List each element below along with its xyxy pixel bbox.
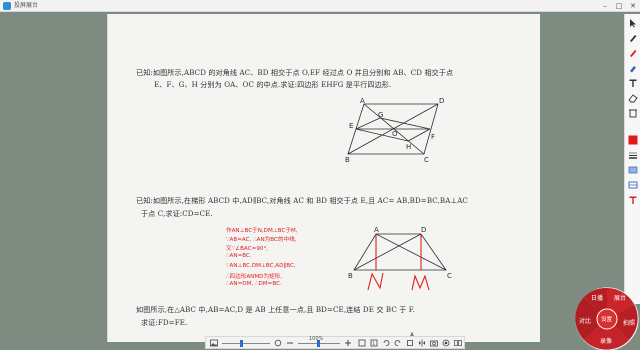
rotate-icon[interactable] xyxy=(274,339,282,347)
menu-center-settings[interactable]: 设置 xyxy=(596,308,618,330)
bottom-control-bar: 100% 1 xyxy=(205,336,465,349)
annotation-line-6: ∴四边形ANMD为矩形, xyxy=(226,274,283,280)
settings-icon[interactable] xyxy=(628,195,638,205)
mirror-icon[interactable] xyxy=(418,339,426,347)
label-A: A xyxy=(360,97,365,105)
image-icon[interactable] xyxy=(210,339,218,347)
shape-icon[interactable] xyxy=(628,165,638,175)
label-G: G xyxy=(378,111,383,119)
compare-icon[interactable] xyxy=(454,339,462,347)
label-H: H xyxy=(406,143,411,151)
label-D2: D xyxy=(421,226,426,234)
annotation-line-4: ∴AN=BC. xyxy=(226,253,252,259)
text-icon[interactable] xyxy=(628,78,638,88)
annotation-line-1: 作AN⊥BC于N,DM⊥BC于M, xyxy=(226,228,298,234)
annotation-toolbar xyxy=(624,14,640,304)
zoom-out-icon[interactable] xyxy=(286,339,294,347)
screenshot-icon[interactable] xyxy=(628,180,638,190)
marker-icon[interactable] xyxy=(628,48,638,58)
title-bar: 投屏展台 – □ ✕ xyxy=(0,0,640,12)
problem2-line1: 已知:如图所示,在梯形 ABCD 中,AD∥BC,对角线 AC 和 BD 相交于… xyxy=(136,196,468,205)
label-D: D xyxy=(439,97,444,105)
label-O: O xyxy=(392,130,398,138)
rotate-right-icon[interactable] xyxy=(394,339,402,347)
svg-text:录像: 录像 xyxy=(600,337,612,345)
highlighter-icon[interactable] xyxy=(628,63,638,73)
problem3-line1: 如图所示,在△ABC 中,AB=AC,D 是 AB 上任意一点,且 BD=CE,… xyxy=(136,305,416,314)
problem2-line2: 于点 C,求证:CD=CE. xyxy=(141,209,213,218)
svg-text:展台: 展台 xyxy=(614,294,626,302)
app-window: 投屏展台 – □ ✕ 已知:如图所示,ABCD 的对角线 AC、BD 相交于点 … xyxy=(0,0,640,350)
zoom-level: 100% xyxy=(309,336,324,342)
pen-icon[interactable] xyxy=(628,33,638,43)
camera-document-view[interactable]: 已知:如图所示,ABCD 的对角线 AC、BD 相交于点 O,EF 经过点 O … xyxy=(107,14,540,342)
svg-text:日播: 日播 xyxy=(591,294,603,302)
label-C: C xyxy=(424,156,429,162)
annotation-line-7: ∴AN=DM, ∴DM=BC. xyxy=(226,281,282,287)
label-B2: B xyxy=(348,272,353,280)
fit-screen-icon[interactable] xyxy=(358,339,366,347)
freeze-icon[interactable] xyxy=(406,339,414,347)
close-button[interactable]: ✕ xyxy=(626,0,640,12)
rotate-left-icon[interactable] xyxy=(382,339,390,347)
problem1-line1: 已知:如图所示,ABCD 的对角线 AC、BD 相交于点 O,EF 经过点 O … xyxy=(136,68,454,77)
trapezoid-figure: A D B C xyxy=(348,226,452,291)
line-width-icon[interactable] xyxy=(628,150,638,160)
problem1-line2: E、F、G、H 分别为 OA、OC 的中点.求证:四边形 EHFG 是平行四边形… xyxy=(154,80,392,89)
label-E: E xyxy=(349,122,353,130)
maximize-button[interactable]: □ xyxy=(612,0,626,12)
svg-text:对比: 对比 xyxy=(579,317,591,325)
label-B: B xyxy=(345,156,350,162)
parallelogram-figure: A D G E O F H B C xyxy=(345,97,444,162)
window-title: 投屏展台 xyxy=(14,2,39,9)
label-C2: C xyxy=(447,272,452,280)
label-F: F xyxy=(431,133,435,141)
app-logo-icon xyxy=(3,2,11,10)
label-A2: A xyxy=(374,226,379,234)
svg-text:设置: 设置 xyxy=(601,315,613,323)
zoom-in-icon[interactable] xyxy=(344,339,352,347)
problem3-line2: 求证:FD=FE. xyxy=(141,318,188,327)
color-red-icon[interactable] xyxy=(628,135,638,145)
select-icon[interactable] xyxy=(628,18,638,28)
one-to-one-icon[interactable]: 1 xyxy=(370,339,378,347)
annotation-line-5: ∵AN⊥BC,DM⊥BC,AD∥BC, xyxy=(226,263,296,269)
annotation-line-2: ∵AB=AC, ∴AN为BC的中线, xyxy=(226,237,297,243)
record-icon[interactable] xyxy=(442,339,450,347)
round-function-menu: 日播 展台 拍照 录像 对比 设置 xyxy=(575,287,639,350)
minimize-button[interactable]: – xyxy=(598,0,612,12)
clear-icon[interactable] xyxy=(628,108,638,118)
svg-text:拍照: 拍照 xyxy=(623,319,635,327)
svg-text:1: 1 xyxy=(372,341,375,347)
annotation-line-3: 又∵∠BAC=90°, xyxy=(226,246,269,252)
eraser-icon[interactable] xyxy=(628,93,638,103)
brightness-slider[interactable] xyxy=(222,343,270,344)
camera-icon[interactable] xyxy=(430,339,438,347)
brightness-slider-knob[interactable] xyxy=(240,340,243,347)
